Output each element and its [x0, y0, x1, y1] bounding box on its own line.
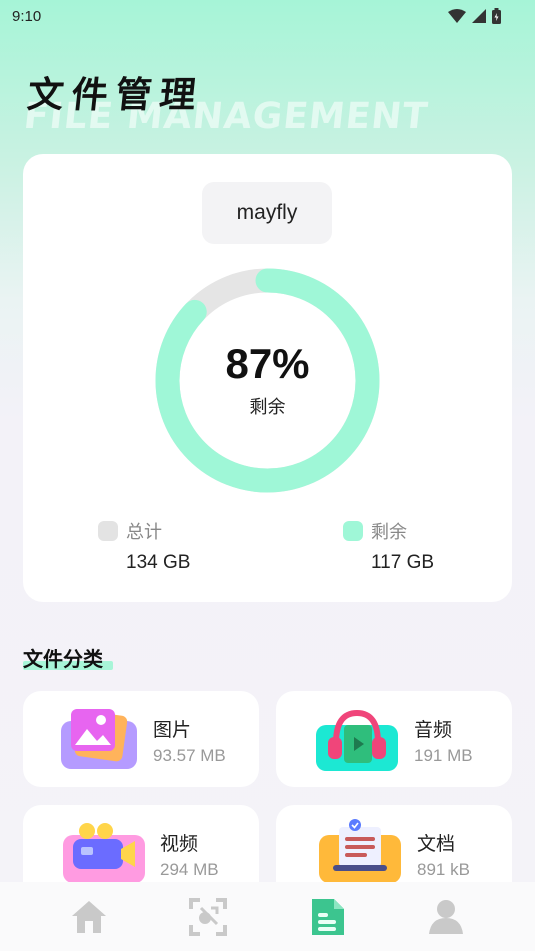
image-icon — [61, 709, 137, 769]
signal-icon — [472, 9, 486, 23]
remaining-percent: 87% — [225, 339, 310, 387]
free-value: 117 GB — [371, 552, 435, 573]
category-name-video: 视频 — [160, 833, 199, 855]
wifi-icon — [448, 9, 466, 23]
storage-card: mayfly 87% 剩余 总计 134 GB 剩余 117 GB — [23, 154, 512, 602]
free-dot — [343, 521, 363, 541]
category-card-images[interactable]: 图片 93.57 MB — [23, 691, 259, 787]
category-size-images: 93.57 MB — [153, 746, 226, 765]
category-name-documents: 文档 — [417, 833, 456, 855]
status-icons — [448, 8, 501, 24]
home-icon — [72, 900, 107, 933]
device-name-chip[interactable]: mayfly — [202, 182, 332, 244]
status-bar: 9:10 — [0, 0, 535, 32]
tab-scan[interactable] — [178, 887, 238, 947]
bottom-tab-bar — [0, 882, 535, 951]
category-size-documents: 891 kB — [417, 860, 470, 879]
tab-home[interactable] — [59, 887, 119, 947]
video-camera-icon — [63, 823, 145, 883]
battery-icon — [492, 8, 501, 24]
page-title: 文件管理 — [25, 75, 206, 116]
file-icon — [311, 898, 344, 935]
storage-ring-center: 87% 剩余 — [155, 268, 380, 493]
scan-icon — [189, 897, 228, 936]
category-size-audio: 191 MB — [414, 746, 473, 765]
document-icon — [319, 819, 401, 883]
tab-files[interactable] — [297, 887, 357, 947]
total-dot — [98, 521, 118, 541]
remaining-percent-label: 剩余 — [249, 396, 286, 418]
total-value: 134 GB — [126, 552, 191, 573]
free-label: 剩余 — [371, 522, 407, 543]
tab-profile[interactable] — [416, 887, 476, 947]
category-size-video: 294 MB — [160, 860, 219, 879]
category-card-audio[interactable]: 音频 191 MB — [276, 691, 512, 787]
section-title: 文件分类 — [23, 647, 103, 671]
total-label: 总计 — [126, 522, 162, 543]
legend-free: 剩余 117 GB — [343, 518, 434, 574]
profile-icon — [428, 899, 463, 934]
headphones-icon — [316, 709, 398, 771]
legend-total: 总计 134 GB — [98, 518, 190, 574]
category-name-images: 图片 — [153, 719, 192, 741]
category-name-audio: 音频 — [414, 719, 453, 741]
status-time: 9:10 — [12, 7, 42, 25]
